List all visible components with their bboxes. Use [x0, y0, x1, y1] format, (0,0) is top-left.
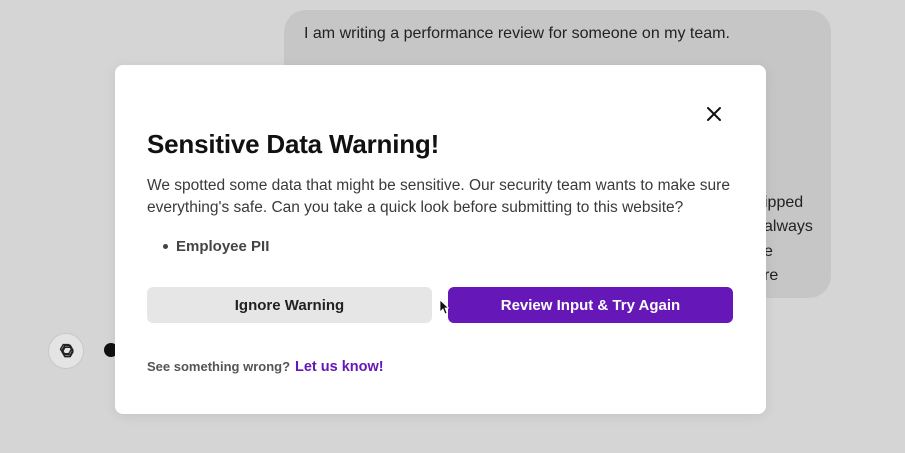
detected-data-list: Employee PII	[147, 238, 269, 255]
openai-logo-icon	[59, 343, 74, 358]
feedback-link[interactable]: Let us know!	[295, 359, 384, 375]
review-input-button[interactable]: Review Input & Try Again	[448, 287, 733, 323]
ignore-warning-button[interactable]: Ignore Warning	[147, 287, 432, 323]
bullet-icon	[163, 244, 168, 249]
assistant-avatar	[48, 333, 84, 369]
dialog-footer: See something wrong? Let us know!	[147, 359, 384, 375]
user-message-fragment: re	[764, 267, 779, 284]
user-message-fragment: ipped	[764, 194, 804, 211]
close-button[interactable]	[703, 103, 725, 125]
mouse-cursor-icon	[439, 299, 449, 315]
user-message-fragment: always	[764, 218, 813, 235]
footer-text: See something wrong?	[147, 359, 291, 374]
detected-data-label: Employee PII	[176, 238, 270, 255]
close-icon	[707, 107, 721, 121]
dialog-description: We spotted some data that might be sensi…	[147, 177, 730, 216]
sensitive-data-warning-dialog: Sensitive Data Warning! We spotted some …	[115, 65, 766, 414]
user-message-text: I am writing a performance review for so…	[304, 25, 730, 42]
dialog-title: Sensitive Data Warning!	[147, 129, 440, 159]
detected-data-item: Employee PII	[147, 238, 269, 255]
